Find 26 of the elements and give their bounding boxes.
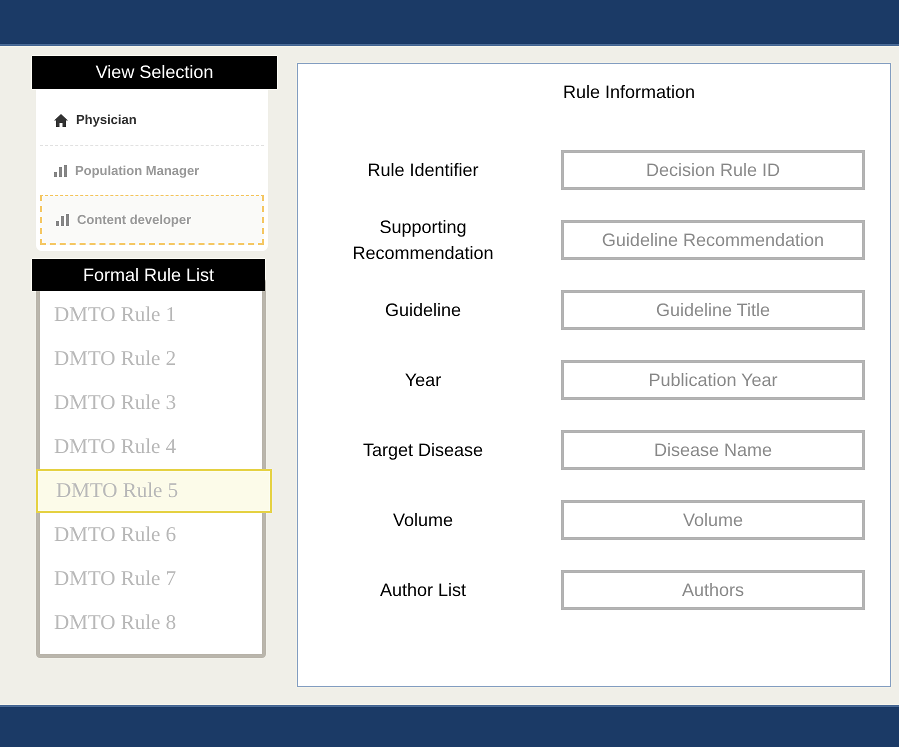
rule-list-item[interactable]: DMTO Rule 7 (36, 557, 272, 601)
rule-list-item[interactable]: DMTO Rule 3 (36, 381, 272, 425)
section-header: Formal Rule List (32, 259, 265, 291)
field-label: Supporting Recommendation (351, 216, 495, 265)
field-label: Author List (378, 579, 468, 602)
field-label: Guideline (384, 299, 462, 322)
rule-list-item[interactable]: DMTO Rule 2 (36, 337, 272, 381)
rule-list-item[interactable]: DMTO Rule 6 (36, 513, 272, 557)
section-header: View Selection (32, 56, 277, 89)
input-field[interactable]: Guideline Recommendation (561, 220, 865, 260)
panel-title: Rule Information (562, 81, 696, 104)
input-field[interactable]: Disease Name (561, 430, 865, 470)
field-label: Volume (392, 509, 454, 532)
view-option[interactable]: Physician (40, 95, 264, 145)
rule-list-item[interactable]: DMTO Rule 1 (36, 293, 272, 337)
input-field[interactable]: Publication Year (561, 360, 865, 400)
input-field[interactable]: Volume (561, 500, 865, 540)
input-field[interactable]: Decision Rule ID (561, 150, 865, 190)
field-label: Target Disease (362, 439, 484, 462)
rule-list-item[interactable]: DMTO Rule 5 (36, 469, 272, 513)
rule-list-item[interactable]: DMTO Rule 8 (36, 601, 272, 645)
field-label: Year (404, 369, 442, 392)
input-field[interactable]: Guideline Title (561, 290, 865, 330)
rule-list-item[interactable]: DMTO Rule 4 (36, 425, 272, 469)
field-label: Rule Identifier (366, 159, 480, 182)
input-field[interactable]: Authors (561, 570, 865, 610)
